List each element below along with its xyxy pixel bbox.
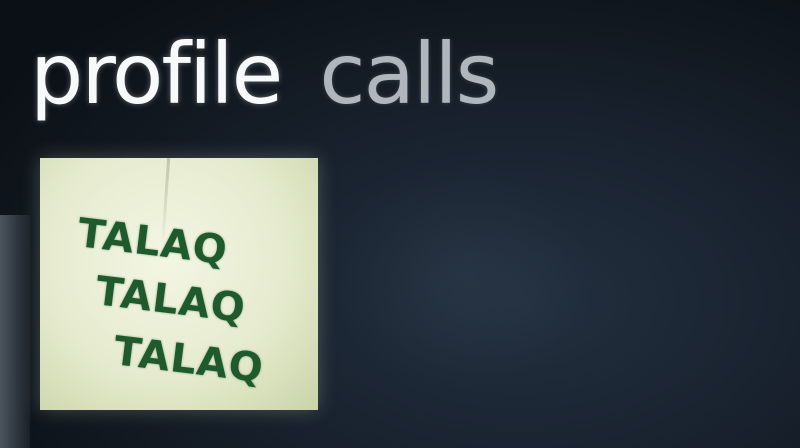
tab-calls[interactable]: calls: [319, 32, 499, 116]
phone-screen: profile calls TALAQ TALAQ TALAQ: [0, 0, 800, 448]
profile-picture-text-line: TALAQ: [93, 268, 249, 333]
profile-picture[interactable]: TALAQ TALAQ TALAQ: [40, 158, 318, 410]
tab-profile[interactable]: profile: [30, 32, 283, 116]
screen-glare: [330, 160, 590, 390]
pivot-header: profile calls: [30, 6, 499, 116]
profile-picture-text-line: TALAQ: [111, 328, 267, 393]
left-bezel: [0, 215, 30, 448]
profile-picture-text-line: TALAQ: [75, 210, 231, 275]
